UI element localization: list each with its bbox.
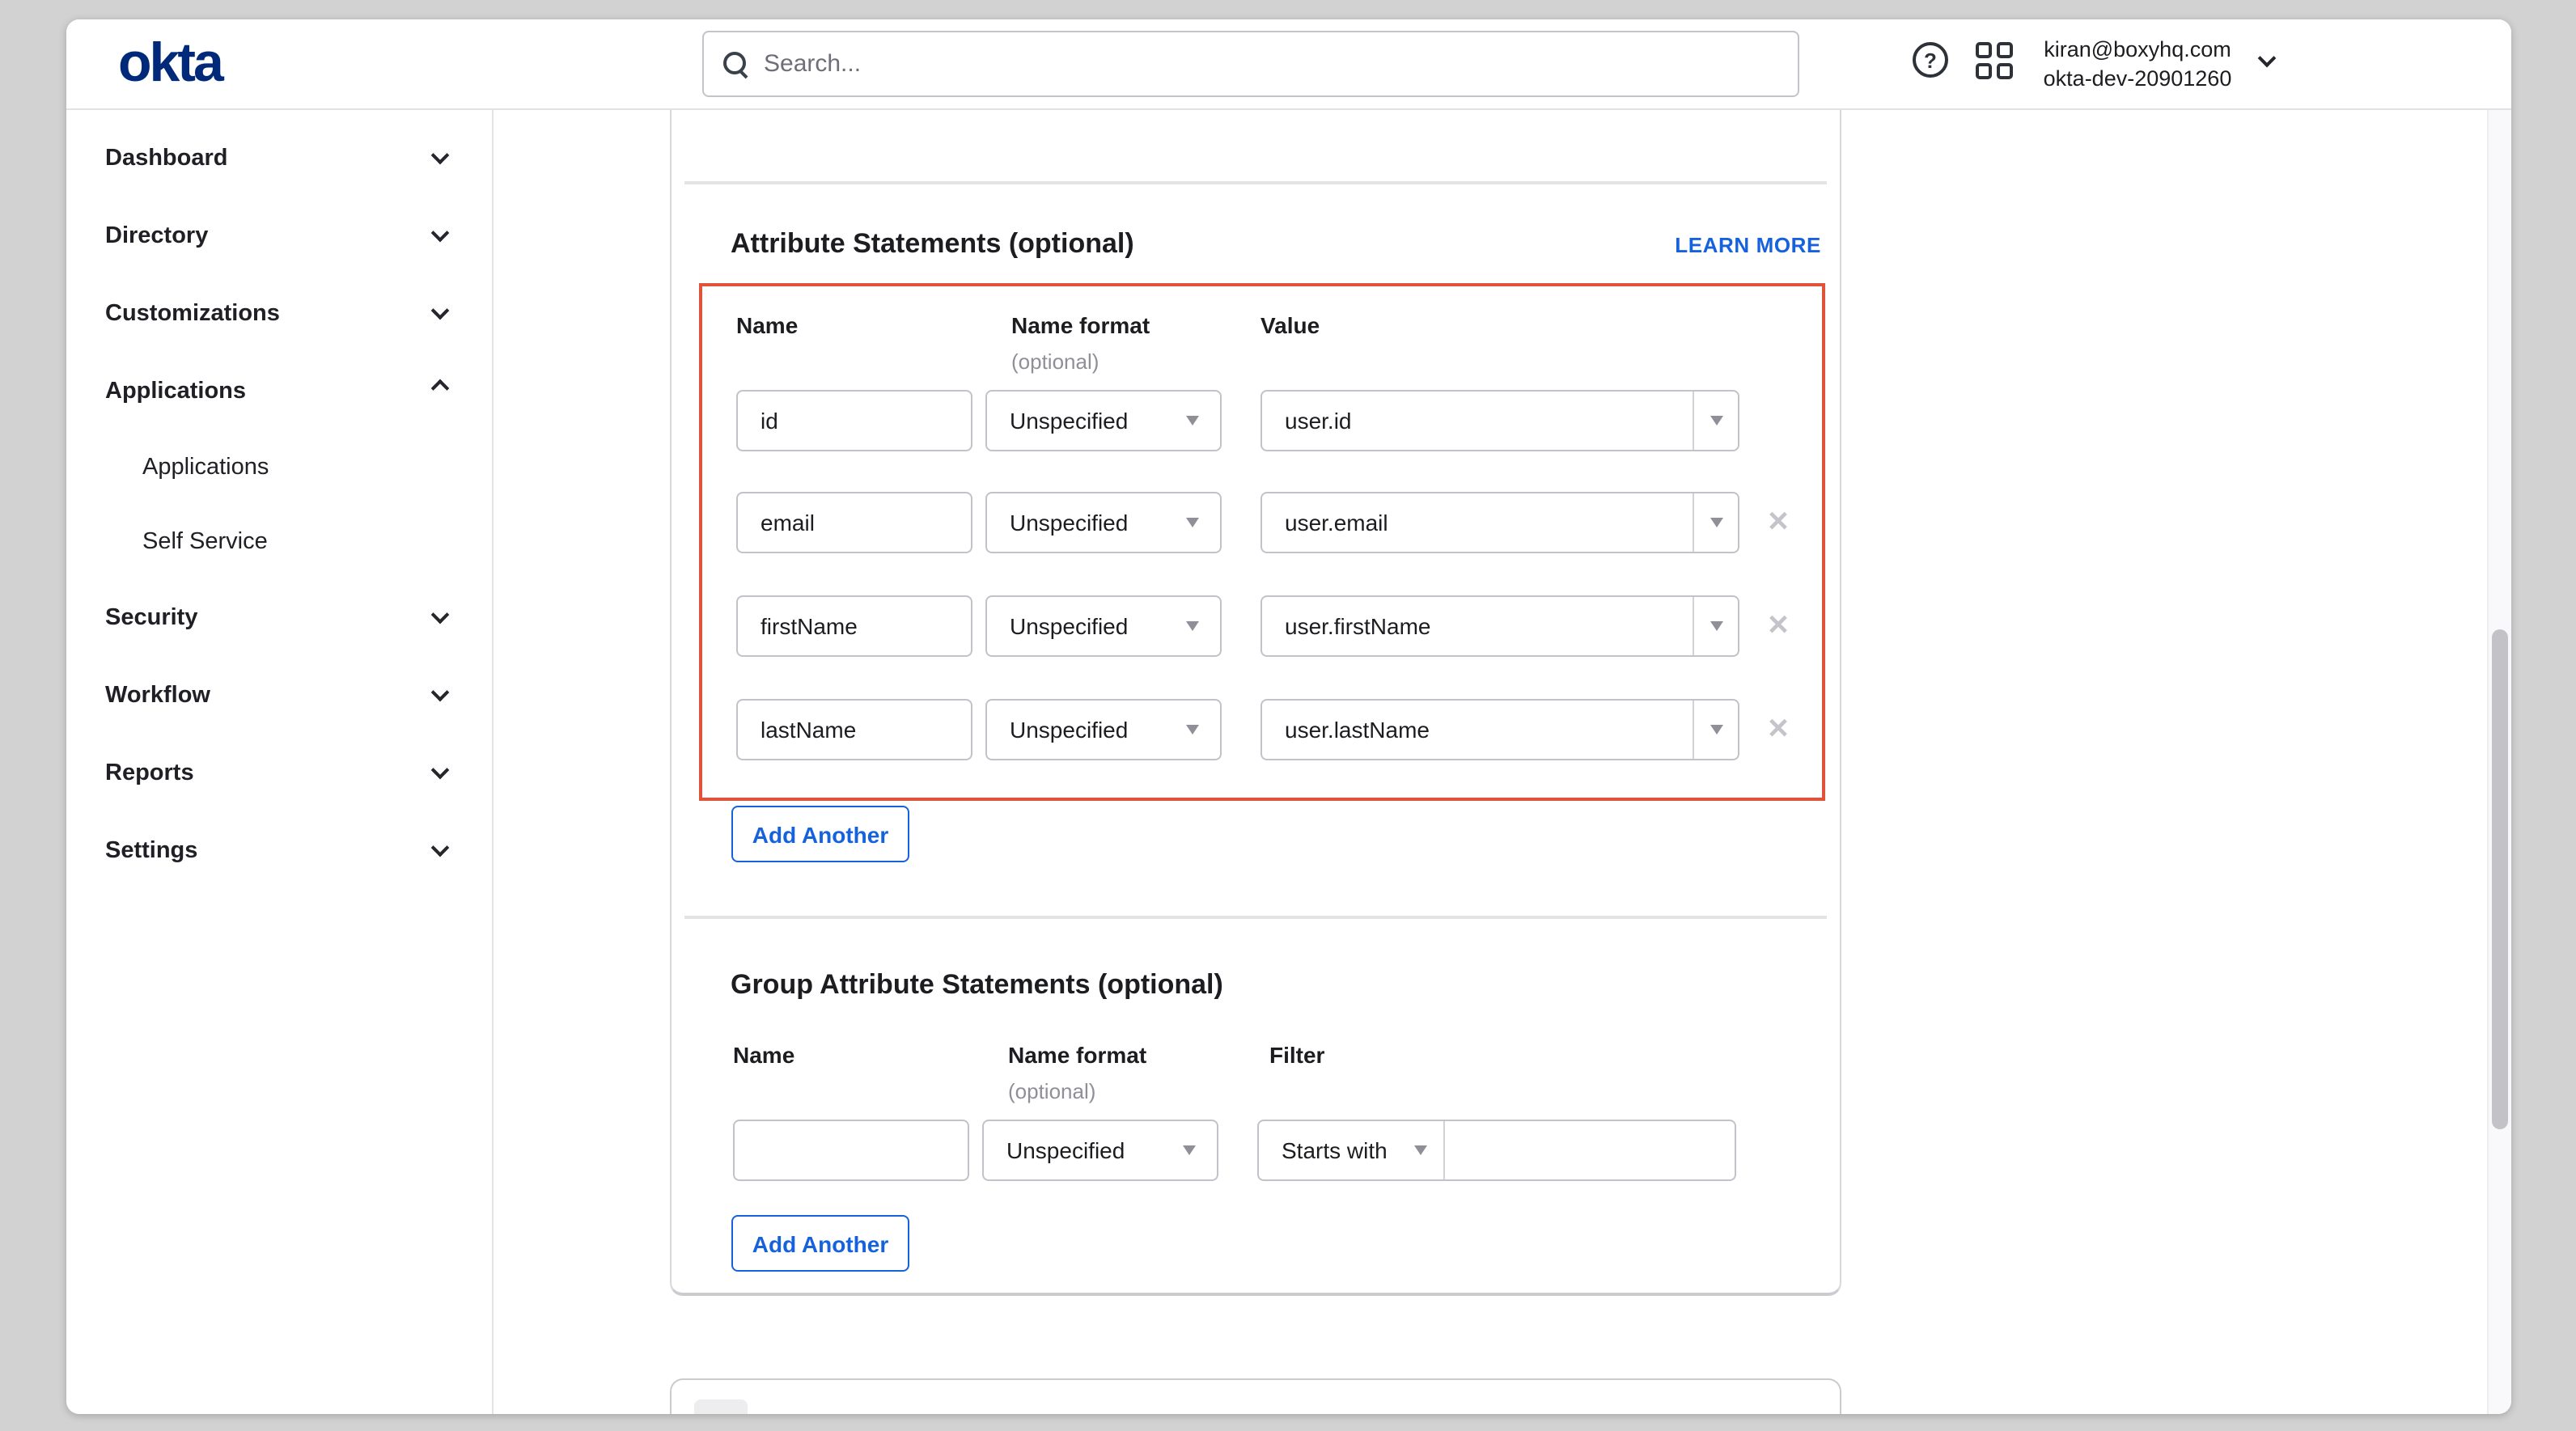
- column-header-filter: Filter: [1269, 1042, 1324, 1068]
- add-another-group-attribute-button[interactable]: Add Another: [731, 1215, 909, 1272]
- dropdown-arrow-icon: [1710, 620, 1722, 630]
- search-input[interactable]: [764, 50, 1731, 78]
- column-header-value: Value: [1260, 311, 1320, 337]
- sidebar-item-directory[interactable]: Directory: [66, 197, 492, 275]
- attr-name-input[interactable]: email: [736, 491, 972, 553]
- dropdown-arrow-icon: [1186, 620, 1199, 630]
- remove-row-button[interactable]: ✕: [1762, 595, 1794, 656]
- attr-value-combobox[interactable]: user.email: [1260, 491, 1739, 553]
- group-filter-group: Starts with: [1257, 1120, 1736, 1181]
- sidebar-item-customizations[interactable]: Customizations: [66, 275, 492, 353]
- saml-settings-card: Attribute Statements (optional) LEARN MO…: [669, 110, 1841, 1296]
- browser-window: okta ? kiran@boxyhq.com okta-dev-2090126…: [66, 19, 2511, 1414]
- section-divider: [684, 181, 1826, 184]
- account-org: okta-dev-20901260: [2027, 64, 2248, 92]
- sidebar-item-reports[interactable]: Reports: [66, 735, 492, 812]
- chevron-down-icon: [431, 839, 450, 857]
- attr-name-input[interactable]: id: [736, 389, 972, 451]
- sidebar-item-dashboard[interactable]: Dashboard: [66, 120, 492, 197]
- dropdown-arrow-icon: [1710, 517, 1722, 527]
- page-scrollbar[interactable]: [2487, 110, 2511, 1414]
- top-header: okta ? kiran@boxyhq.com okta-dev-2090126…: [66, 19, 2511, 110]
- chevron-down-icon: [431, 606, 450, 624]
- dropdown-arrow-icon: [1183, 1145, 1196, 1155]
- account-chevron-down-icon[interactable]: [2258, 49, 2277, 68]
- sidebar-item-self-service[interactable]: Self Service: [66, 505, 492, 579]
- dropdown-arrow-button[interactable]: [1693, 596, 1738, 654]
- apps-grid-icon[interactable]: [1976, 42, 2013, 79]
- dropdown-arrow-icon: [1186, 724, 1199, 734]
- group-name-input[interactable]: [733, 1120, 969, 1181]
- add-another-attribute-button[interactable]: Add Another: [731, 806, 909, 862]
- chevron-down-icon: [431, 146, 450, 165]
- chevron-down-icon: [431, 302, 450, 320]
- sidebar-item-security[interactable]: Security: [66, 579, 492, 657]
- dropdown-arrow-icon: [1414, 1145, 1427, 1155]
- chevron-down-icon: [431, 224, 450, 243]
- attr-format-select[interactable]: Unspecified: [985, 491, 1222, 553]
- search-box[interactable]: [702, 31, 1799, 97]
- sidebar-nav: Dashboard Directory Customizations Appli…: [66, 110, 494, 1414]
- attr-format-select[interactable]: Unspecified: [985, 698, 1222, 760]
- dropdown-arrow-icon: [1186, 517, 1199, 527]
- sidebar-item-workflow[interactable]: Workflow: [66, 657, 492, 735]
- column-header-format-optional: (optional): [1011, 349, 1099, 373]
- sidebar-item-settings[interactable]: Settings: [66, 812, 492, 890]
- attr-format-select[interactable]: Unspecified: [985, 389, 1222, 451]
- dropdown-arrow-icon: [1710, 415, 1722, 425]
- dropdown-arrow-button[interactable]: [1693, 493, 1738, 551]
- dropdown-arrow-icon: [1186, 415, 1199, 425]
- group-filter-value-input[interactable]: [1443, 1121, 1735, 1179]
- attr-value-combobox[interactable]: user.id: [1260, 389, 1739, 451]
- attr-name-input[interactable]: firstName: [736, 595, 972, 656]
- remove-row-button[interactable]: ✕: [1762, 698, 1794, 760]
- group-attribute-statements-title: Group Attribute Statements (optional): [731, 969, 1223, 1001]
- group-format-select[interactable]: Unspecified: [982, 1120, 1218, 1181]
- column-header-name: Name: [733, 1042, 794, 1068]
- next-section-card: [669, 1378, 1841, 1414]
- attr-value-combobox[interactable]: user.firstName: [1260, 595, 1739, 656]
- account-menu[interactable]: kiran@boxyhq.com okta-dev-20901260: [2027, 36, 2248, 92]
- column-header-format: Name format: [1008, 1042, 1146, 1068]
- stage: okta ? kiran@boxyhq.com okta-dev-2090126…: [0, 0, 2576, 1431]
- column-header-format: Name format: [1011, 311, 1150, 337]
- search-icon: [723, 51, 749, 77]
- attr-value-combobox[interactable]: user.lastName: [1260, 698, 1739, 760]
- column-header-name: Name: [736, 311, 798, 337]
- chevron-up-icon: [431, 379, 450, 398]
- chevron-down-icon: [431, 761, 450, 780]
- chevron-down-icon: [431, 684, 450, 702]
- remove-row-button[interactable]: ✕: [1762, 491, 1794, 553]
- dropdown-arrow-button[interactable]: [1693, 391, 1738, 449]
- learn-more-link[interactable]: LEARN MORE: [1675, 233, 1821, 257]
- help-icon[interactable]: ?: [1913, 42, 1948, 78]
- section-divider: [684, 916, 1826, 918]
- account-email: kiran@boxyhq.com: [2027, 36, 2248, 64]
- attribute-statements-title: Attribute Statements (optional): [731, 228, 1134, 260]
- sidebar-item-applications[interactable]: Applications: [66, 353, 492, 430]
- attribute-statements-highlight-box: Name Name format (optional) Value id Uns…: [699, 282, 1824, 800]
- preview-placeholder-badge: [693, 1399, 747, 1414]
- attr-format-select[interactable]: Unspecified: [985, 595, 1222, 656]
- dropdown-arrow-icon: [1710, 724, 1722, 734]
- dropdown-arrow-button[interactable]: [1693, 700, 1738, 758]
- scrollbar-thumb[interactable]: [2492, 629, 2508, 1129]
- group-filter-type-select[interactable]: Starts with: [1259, 1121, 1414, 1179]
- okta-logo[interactable]: okta: [118, 32, 222, 95]
- attr-name-input[interactable]: lastName: [736, 698, 972, 760]
- column-header-format-optional: (optional): [1008, 1079, 1095, 1103]
- sidebar-item-applications-sub[interactable]: Applications: [66, 430, 492, 505]
